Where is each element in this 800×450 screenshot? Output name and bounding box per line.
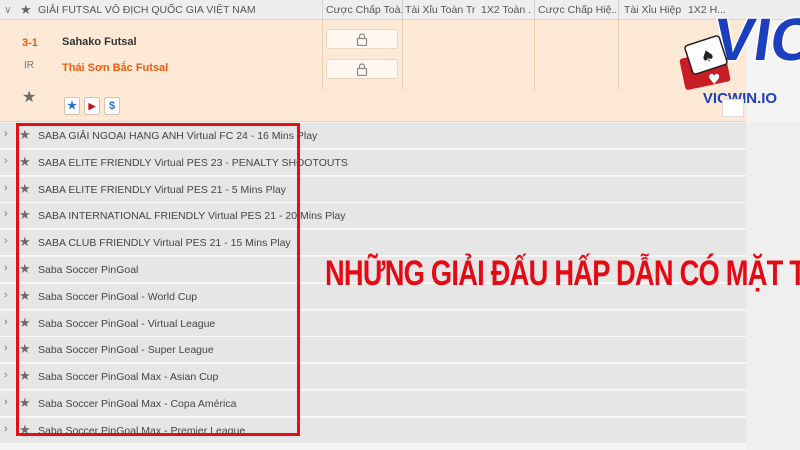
column-header: Tài Xỉu Hiệp 1 xyxy=(624,4,684,16)
chevron-right-icon[interactable]: › xyxy=(4,316,8,328)
league-title: GIẢI FUTSAL VÔ ĐỊCH QUỐC GIA VIỆT NAM xyxy=(38,4,256,16)
column-header: Tài Xỉu Toàn Trận xyxy=(405,4,475,16)
chevron-right-icon[interactable]: › xyxy=(4,342,8,354)
play-icon[interactable]: ▶ xyxy=(84,97,100,115)
match-period: IR xyxy=(24,60,34,71)
chevron-right-icon[interactable]: › xyxy=(4,182,8,194)
column-divider xyxy=(402,20,403,90)
home-team: Sahako Futsal xyxy=(62,36,137,48)
favorite-star-icon[interactable]: ★ xyxy=(22,87,36,107)
match-score: 3-1 xyxy=(22,37,38,49)
chevron-right-icon[interactable]: › xyxy=(4,289,8,301)
column-divider xyxy=(534,0,535,20)
heart-icon: ♥ xyxy=(708,72,721,88)
odds-lock-button[interactable] xyxy=(326,29,398,49)
toolbar-button[interactable] xyxy=(722,99,744,117)
match-row[interactable]: 3-1 IR ★ Sahako Futsal Thái Sơn Bắc Futs… xyxy=(0,20,746,122)
odds-lock-button[interactable] xyxy=(326,59,398,79)
column-divider xyxy=(534,20,535,90)
promo-banner-text: NHỮNG GIẢI ĐẤU HẤP DẪN CÓ MẶT TẠI ĐÂY xyxy=(325,254,800,293)
lock-icon xyxy=(356,63,368,76)
column-header: 1X2 Toàn ... xyxy=(481,4,531,16)
column-divider xyxy=(618,0,619,20)
column-divider xyxy=(322,0,323,20)
star-tool-icon[interactable]: ★ xyxy=(64,97,80,115)
column-header: Cược Chấp Toà... xyxy=(326,4,402,16)
dollar-icon[interactable]: $ xyxy=(104,97,120,115)
chevron-right-icon[interactable]: › xyxy=(4,208,8,220)
chevron-right-icon[interactable]: › xyxy=(4,369,8,381)
chevron-right-icon[interactable]: › xyxy=(4,235,8,247)
column-header: Cược Chấp Hiệ... xyxy=(538,4,616,16)
star-icon[interactable]: ★ xyxy=(20,0,32,20)
away-team: Thái Sơn Bắc Futsal xyxy=(62,62,169,74)
chevron-right-icon[interactable]: › xyxy=(4,396,8,408)
chevron-right-icon[interactable]: › xyxy=(4,128,8,140)
chevron-right-icon[interactable]: › xyxy=(4,423,8,435)
column-divider xyxy=(322,20,323,90)
highlight-frame xyxy=(16,123,300,436)
lock-icon xyxy=(356,33,368,46)
chevron-right-icon[interactable]: › xyxy=(4,262,8,274)
chevron-down-icon[interactable]: ∨ xyxy=(4,0,12,20)
column-divider xyxy=(402,0,403,20)
sportsbook-page: ∨ ★ GIẢI FUTSAL VÔ ĐỊCH QUỐC GIA VIỆT NA… xyxy=(0,0,800,450)
chevron-right-icon[interactable]: › xyxy=(4,155,8,167)
column-divider xyxy=(618,20,619,90)
